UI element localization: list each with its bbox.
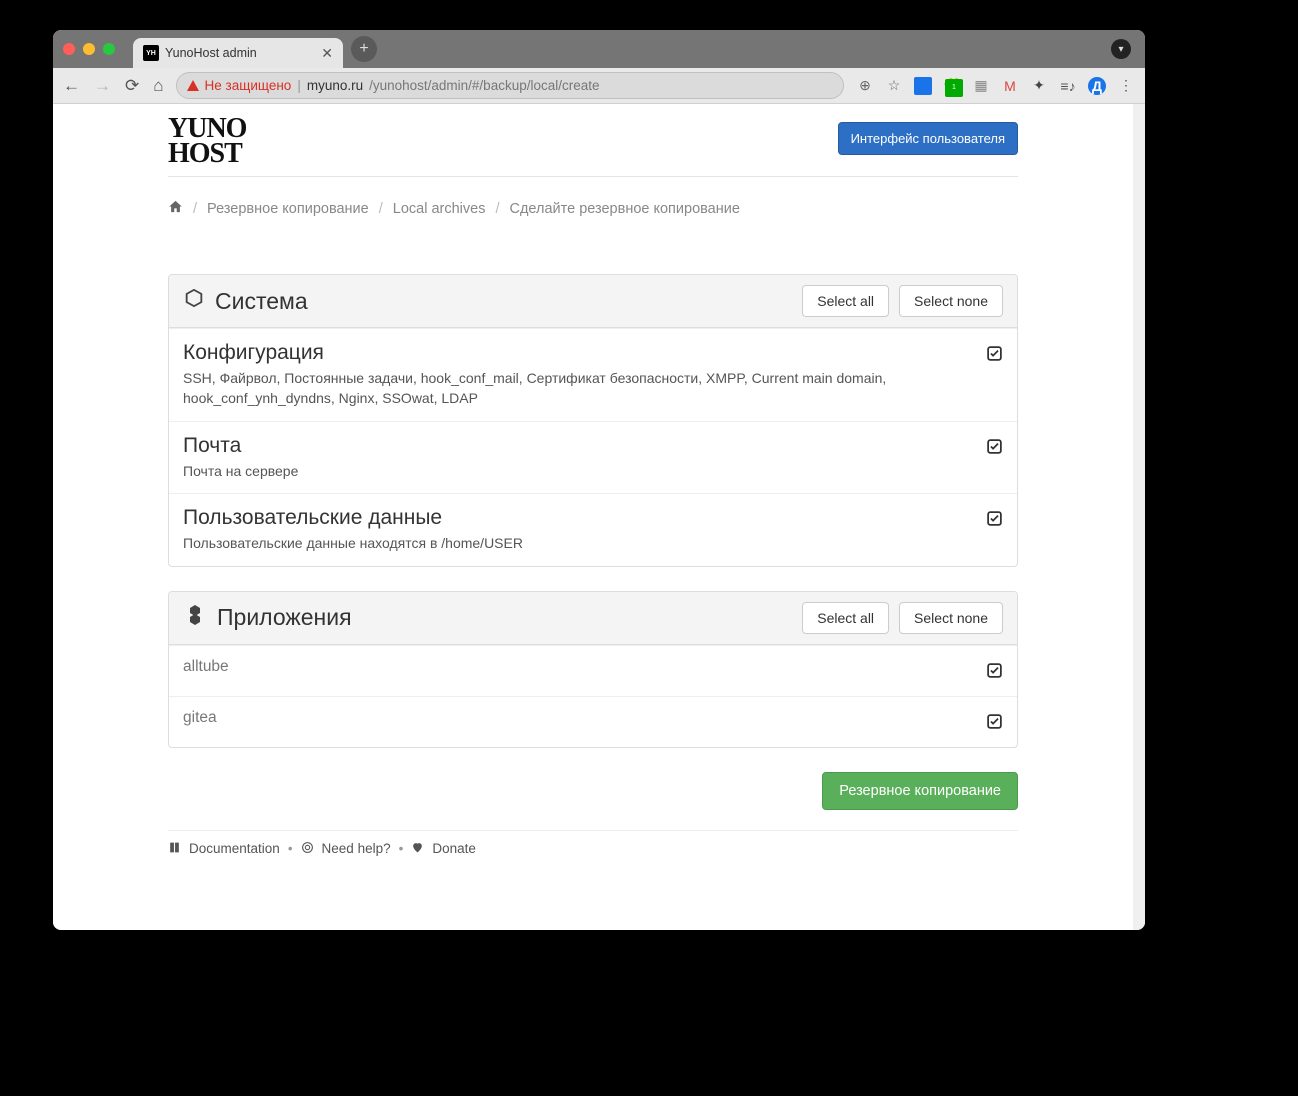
window-controls xyxy=(63,43,115,55)
cubes-icon xyxy=(183,603,207,633)
reading-list-icon[interactable]: ≡♪ xyxy=(1059,77,1077,95)
system-item-config[interactable]: Конфигурация SSH, Файрвол, Постоянные за… xyxy=(169,328,1017,420)
cube-icon xyxy=(183,287,205,315)
yunohost-logo[interactable]: YUNO HOST xyxy=(168,116,246,166)
maximize-window-icon[interactable] xyxy=(103,43,115,55)
lifering-icon xyxy=(301,841,314,857)
backup-button[interactable]: Резервное копирование xyxy=(822,772,1018,810)
extensions-icon[interactable]: ✦ xyxy=(1030,77,1048,95)
book-icon xyxy=(168,841,181,857)
footer-help-link[interactable]: Need help? xyxy=(322,841,391,856)
action-row: Резервное копирование xyxy=(168,772,1018,810)
nav-controls: ← → ⟳ ⌂ xyxy=(63,76,164,96)
breadcrumb-home-icon[interactable] xyxy=(168,199,183,218)
gmail-icon[interactable]: M xyxy=(1001,77,1019,95)
breadcrumb-local-archives[interactable]: Local archives xyxy=(393,201,486,217)
tab-overflow-icon[interactable]: ▾ xyxy=(1111,39,1131,59)
divider xyxy=(168,176,1018,177)
menu-icon[interactable]: ⋮ xyxy=(1117,77,1135,95)
heart-icon xyxy=(411,841,424,857)
breadcrumb-create: Сделайте резервное копирование xyxy=(509,201,739,217)
app-item-alltube[interactable]: alltube xyxy=(169,645,1017,696)
checked-icon[interactable] xyxy=(986,713,1003,735)
system-panel-header: Система Select all Select none xyxy=(169,275,1017,328)
tab-title: YunoHost admin xyxy=(165,46,257,60)
footer-donate-link[interactable]: Donate xyxy=(432,841,476,856)
profile-avatar[interactable]: Д xyxy=(1088,77,1106,95)
address-bar: ← → ⟳ ⌂ Не защищено | myuno.ru/yunohost/… xyxy=(53,68,1145,104)
checked-icon[interactable] xyxy=(986,662,1003,684)
item-title: gitea xyxy=(183,709,970,727)
footer-divider xyxy=(168,830,1018,831)
checked-icon[interactable] xyxy=(986,510,1003,532)
item-title: alltube xyxy=(183,658,970,676)
forward-icon: → xyxy=(94,76,111,96)
browser-tab[interactable]: YH YunoHost admin ✕ xyxy=(133,38,343,68)
url-input[interactable]: Не защищено | myuno.ru/yunohost/admin/#/… xyxy=(176,72,844,99)
bookmark-icon[interactable]: ☆ xyxy=(885,77,903,95)
footer: Documentation • Need help? • Donate xyxy=(168,841,1018,887)
item-title: Конфигурация xyxy=(183,341,970,365)
home-icon[interactable]: ⌂ xyxy=(153,76,163,96)
minimize-window-icon[interactable] xyxy=(83,43,95,55)
system-select-all-button[interactable]: Select all xyxy=(802,285,889,317)
warning-icon xyxy=(187,80,199,91)
security-status: Не защищено xyxy=(205,78,292,93)
ext1-icon[interactable] xyxy=(914,77,932,95)
page-header: YUNO HOST Интерфейс пользователя xyxy=(168,116,1018,166)
checked-icon[interactable] xyxy=(986,345,1003,367)
page-content: YUNO HOST Интерфейс пользователя / Резер… xyxy=(53,104,1145,930)
url-path: /yunohost/admin/#/backup/local/create xyxy=(369,78,599,93)
item-desc: SSH, Файрвол, Постоянные задачи, hook_co… xyxy=(183,369,970,408)
close-tab-icon[interactable]: ✕ xyxy=(321,45,333,62)
checked-icon[interactable] xyxy=(986,438,1003,460)
close-window-icon[interactable] xyxy=(63,43,75,55)
system-item-mail[interactable]: Почта Почта на сервере xyxy=(169,421,1017,494)
user-interface-button[interactable]: Интерфейс пользователя xyxy=(838,122,1018,155)
breadcrumb-backup[interactable]: Резервное копирование xyxy=(207,201,369,217)
system-item-userdata[interactable]: Пользовательские данные Пользовательские… xyxy=(169,493,1017,566)
apps-select-all-button[interactable]: Select all xyxy=(802,602,889,634)
tab-bar: YH YunoHost admin ✕ + ▾ xyxy=(53,30,1145,68)
browser-window: YH YunoHost admin ✕ + ▾ ← → ⟳ ⌂ Не защищ… xyxy=(53,30,1145,930)
ext2-icon[interactable]: 🧩1 xyxy=(943,77,961,95)
system-panel: Система Select all Select none Конфигура… xyxy=(168,274,1018,566)
favicon-icon: YH xyxy=(143,45,159,61)
apps-title: Приложения xyxy=(217,604,352,631)
system-title: Система xyxy=(215,288,308,315)
footer-doc-link[interactable]: Documentation xyxy=(189,841,280,856)
back-icon[interactable]: ← xyxy=(63,76,80,96)
app-item-gitea[interactable]: gitea xyxy=(169,696,1017,747)
apps-panel-header: Приложения Select all Select none xyxy=(169,592,1017,645)
item-title: Пользовательские данные xyxy=(183,506,970,530)
ext3-icon[interactable]: ▦ xyxy=(972,77,990,95)
item-title: Почта xyxy=(183,434,970,458)
system-select-none-button[interactable]: Select none xyxy=(899,285,1003,317)
url-host: myuno.ru xyxy=(307,78,363,93)
apps-select-none-button[interactable]: Select none xyxy=(899,602,1003,634)
reload-icon[interactable]: ⟳ xyxy=(125,76,139,96)
extension-icons: ⊕ ☆ 🧩1 ▦ M ✦ ≡♪ Д ⋮ xyxy=(856,77,1135,95)
breadcrumb: / Резервное копирование / Local archives… xyxy=(168,199,1018,218)
apps-panel: Приложения Select all Select none alltub… xyxy=(168,591,1018,748)
item-desc: Пользовательские данные находятся в /hom… xyxy=(183,534,970,554)
translate-icon[interactable]: ⊕ xyxy=(856,77,874,95)
new-tab-button[interactable]: + xyxy=(351,36,377,62)
item-desc: Почта на сервере xyxy=(183,462,970,482)
